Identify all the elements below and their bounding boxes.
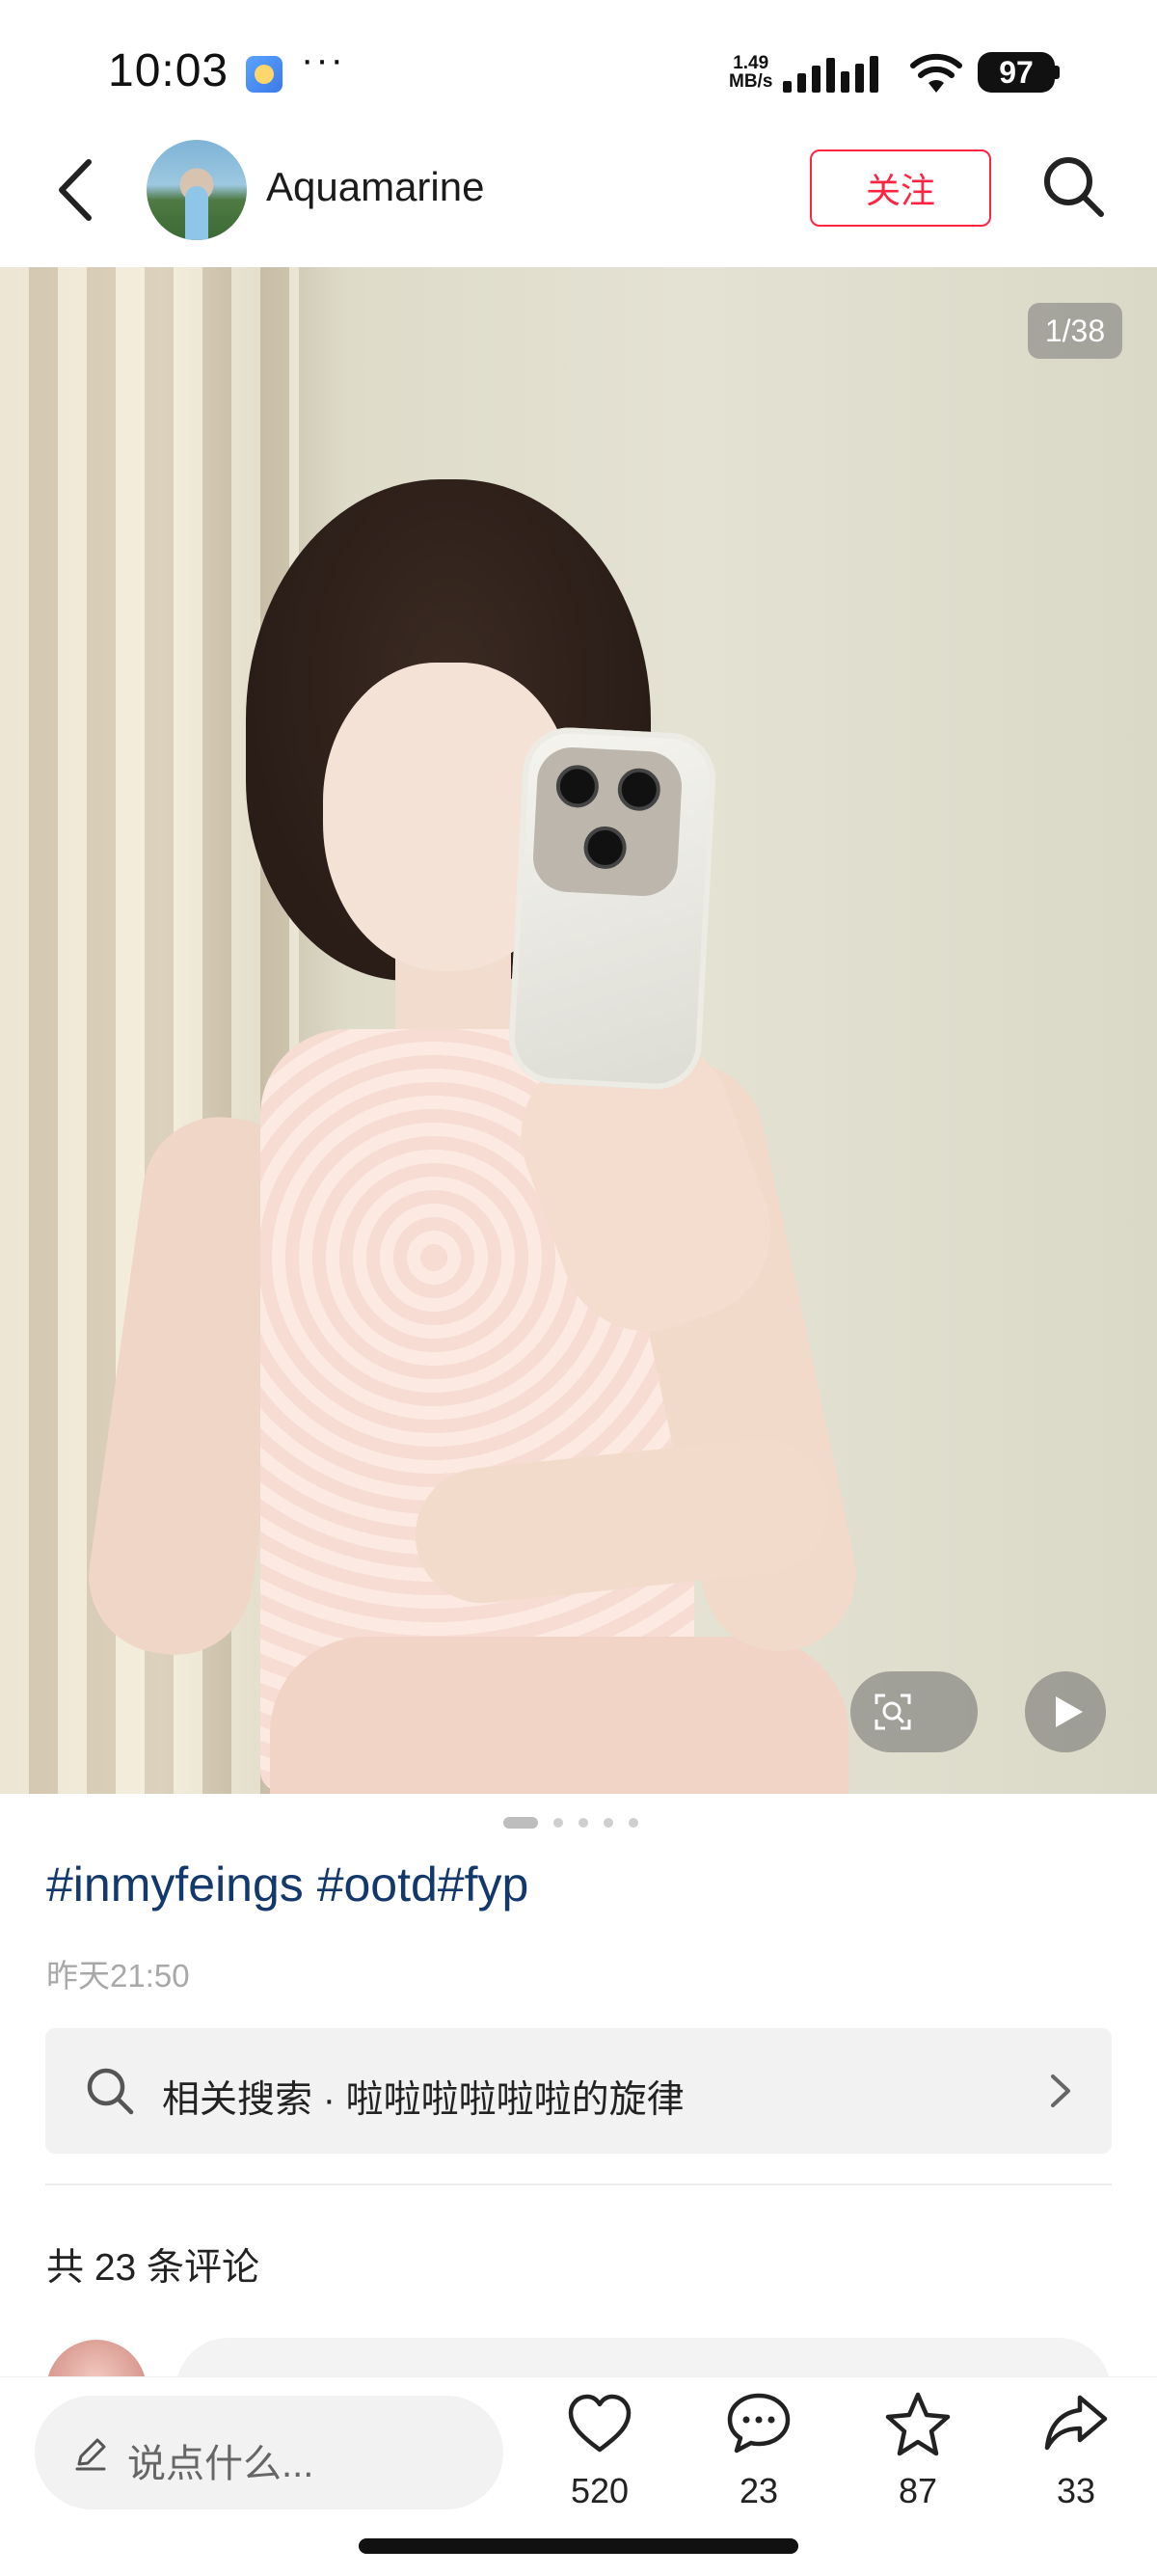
photo-knees — [270, 1637, 848, 1794]
share-count: 33 — [1056, 2471, 1096, 2510]
app-notification-icon — [246, 56, 283, 93]
back-icon[interactable] — [48, 154, 106, 226]
battery-tip — [1055, 66, 1060, 79]
image-search-icon — [874, 1694, 911, 1730]
chevron-right-icon — [1051, 2074, 1070, 2107]
comment-count: 共 23 条评论 — [46, 2247, 260, 2289]
related-search-text[interactable]: 相关搜索 · 啦啦啦啦啦啦的旋律 — [162, 2070, 685, 2124]
comment-icon[interactable] — [724, 2390, 794, 2459]
home-indicator[interactable] — [359, 2538, 798, 2554]
signal-icon — [783, 52, 897, 93]
page-dot — [578, 1818, 588, 1828]
battery-icon: 97 — [978, 52, 1055, 93]
play-icon — [1056, 1696, 1083, 1727]
star-icon[interactable] — [883, 2390, 953, 2459]
comment-count-bottom: 23 — [739, 2471, 779, 2510]
page-dot — [604, 1818, 613, 1828]
search-icon — [87, 2068, 134, 2115]
network-speed: 1.49 MB/s — [729, 54, 772, 91]
more-notifications-indicator: ··· — [301, 39, 345, 81]
image-page-indicator — [503, 1816, 638, 1830]
heart-icon[interactable] — [565, 2390, 634, 2459]
collect-count: 87 — [898, 2471, 938, 2510]
play-button[interactable] — [1025, 1671, 1106, 1752]
like-count: 520 — [570, 2471, 630, 2510]
image-counter: 1/38 — [1028, 303, 1122, 359]
status-time: 10:03 — [108, 45, 229, 96]
post-hashtags[interactable]: #inmyfeings #ootd#fyp — [46, 1857, 528, 1912]
battery-level: 97 — [999, 54, 1034, 90]
divider — [45, 2183, 1112, 2185]
image-search-button[interactable] — [850, 1671, 978, 1752]
post-time: 昨天21:50 — [46, 1958, 190, 1993]
share-icon[interactable] — [1041, 2390, 1111, 2459]
photo-phone-camera — [531, 746, 684, 898]
page-dot — [553, 1818, 563, 1828]
say-something-placeholder[interactable]: 说点什么... — [127, 2432, 313, 2488]
author-name[interactable]: Aquamarine — [266, 164, 484, 210]
page-dot-active — [503, 1817, 538, 1829]
search-icon[interactable] — [1039, 152, 1107, 220]
wifi-icon — [910, 53, 962, 93]
page-dot — [629, 1818, 638, 1828]
author-avatar[interactable] — [147, 140, 247, 240]
network-speed-value: 1.49 — [733, 53, 769, 73]
post-image[interactable] — [0, 267, 1157, 1794]
follow-button[interactable]: 关注 — [810, 149, 991, 227]
pencil-icon — [75, 2438, 106, 2471]
network-speed-unit: MB/s — [729, 71, 773, 92]
